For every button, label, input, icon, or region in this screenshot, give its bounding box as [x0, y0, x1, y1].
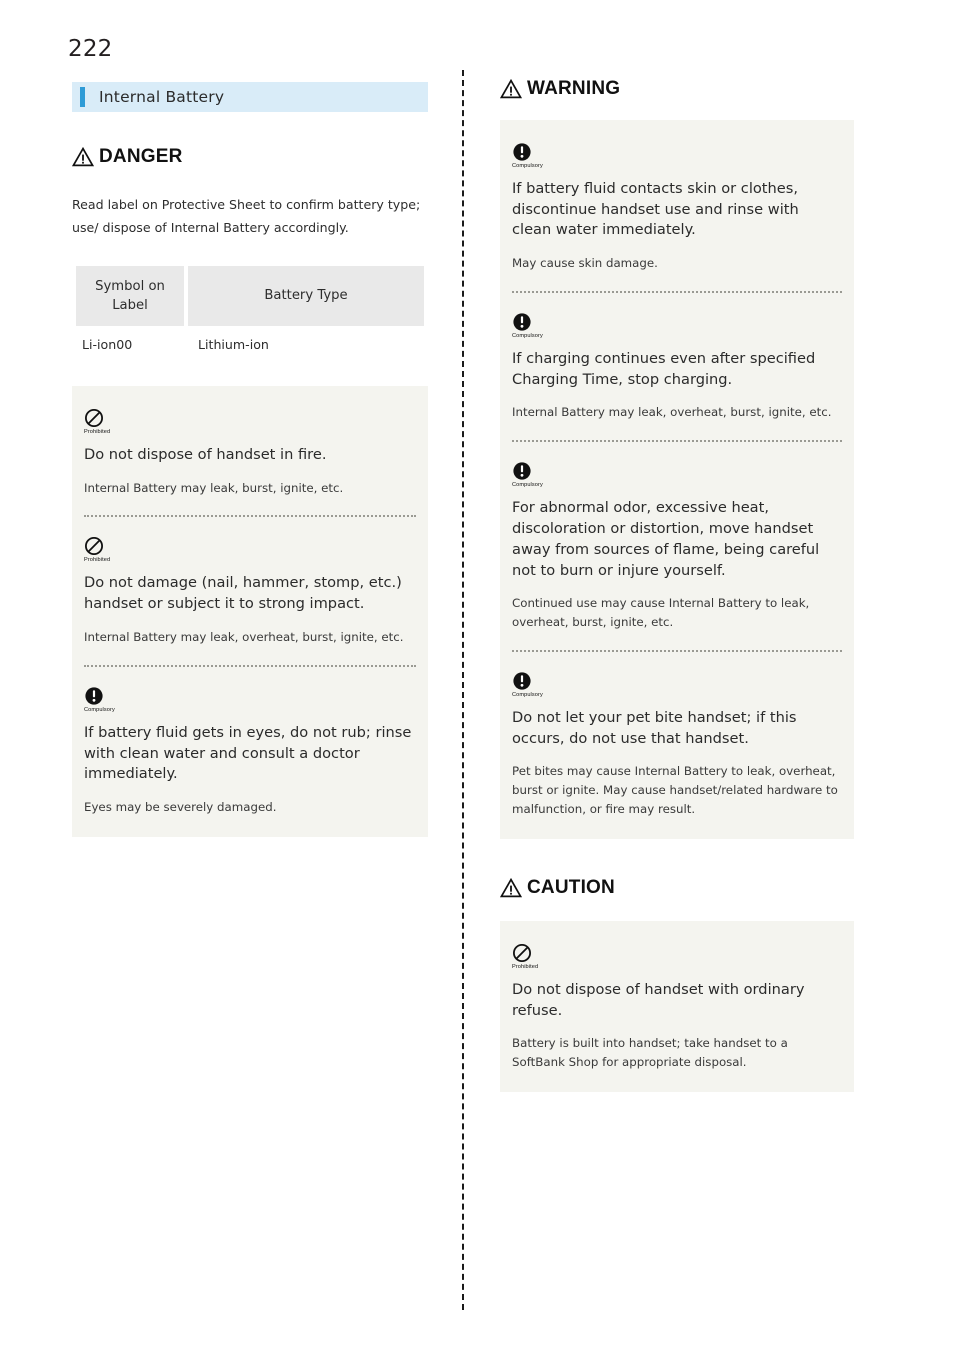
table-row: Li-ion00 Lithium-ion [76, 325, 424, 356]
compulsory-icon-caption: Compulsory [512, 333, 543, 340]
compulsory-icon: Compulsory [512, 142, 572, 169]
table-header-battery-type: Battery Type [188, 265, 424, 326]
battery-type-table: Symbol on Label Battery Type Li-ion00 Li… [72, 265, 428, 356]
prohibited-icon: Prohibited [512, 943, 572, 970]
section-accent-bar [80, 87, 85, 107]
notice-separator [512, 649, 842, 652]
caution-label: CAUTION [527, 877, 615, 899]
prohibited-icon-caption: Prohibited [512, 964, 539, 971]
prohibited-icon-caption: Prohibited [84, 428, 111, 435]
cell-symbol-value: Li-ion00 [76, 325, 184, 356]
notice-item: Compulsory Do not let your pet bite hand… [512, 671, 842, 819]
compulsory-icon-caption: Compulsory [84, 706, 115, 713]
page-title: Internal Battery [99, 88, 225, 106]
caution-heading: CAUTION [500, 877, 854, 899]
notice-sub-text: Battery is built into handset; take hand… [512, 1036, 788, 1070]
notice-main-text: Do not dispose of handset in fire. [84, 445, 327, 463]
warning-triangle-icon [500, 79, 522, 99]
notice-item: Compulsory If battery fluid contacts ski… [512, 142, 842, 273]
warning-label: WARNING [527, 78, 621, 99]
prohibited-icon: Prohibited [84, 536, 144, 563]
notice-main-text: Do not dispose of handset with ordinary … [512, 981, 805, 1019]
danger-label: DANGER [99, 146, 183, 167]
notice-sub-text: Eyes may be severely damaged. [84, 799, 277, 814]
compulsory-icon: Compulsory [512, 312, 572, 339]
notice-main-text: Do not let your pet bite handset; if thi… [512, 708, 797, 747]
notice-main-text: If charging continues even after specifi… [512, 350, 816, 388]
caution-notice-box: Prohibited Do not dispose of handset wit… [500, 921, 854, 1093]
notice-main-text: If battery fluid contacts skin or clothe… [512, 180, 799, 239]
notice-item: Compulsory For abnormal odor, excessive … [512, 461, 842, 632]
notice-separator [84, 664, 416, 667]
notice-item: Prohibited Do not dispose of handset in … [84, 408, 416, 498]
notice-sub-text: Pet bites may cause Internal Battery to … [512, 764, 838, 817]
notice-main-text: Do not damage (nail, hammer, stomp, etc.… [84, 574, 402, 613]
warning-notice-box: Compulsory If battery fluid contacts ski… [500, 120, 854, 840]
notice-separator [512, 291, 842, 294]
danger-heading: DANGER [72, 146, 428, 168]
notice-main-text: If battery fluid gets in eyes, do not ru… [84, 723, 412, 783]
notice-separator [84, 515, 416, 518]
table-header-row: Symbol on Label Battery Type [76, 265, 424, 326]
notice-separator [512, 440, 842, 443]
compulsory-icon: Compulsory [84, 686, 144, 713]
warning-triangle-icon [500, 878, 522, 898]
warning-heading: WARNING [500, 78, 854, 100]
table-header-symbol: Symbol on Label [76, 265, 184, 326]
notice-sub-text: Internal Battery may leak, burst, ignite… [84, 480, 344, 495]
compulsory-icon-caption: Compulsory [512, 482, 543, 489]
compulsory-icon: Compulsory [512, 461, 572, 488]
notice-sub-text: Internal Battery may leak, overheat, bur… [512, 405, 832, 420]
column-divider [462, 70, 464, 1310]
notice-sub-text: Internal Battery may leak, overheat, bur… [84, 629, 404, 644]
notice-item: Prohibited Do not damage (nail, hammer, … [84, 536, 416, 646]
prohibited-icon-caption: Prohibited [84, 557, 111, 564]
notice-main-text: For abnormal odor, excessive heat, disco… [512, 499, 820, 579]
section-header: Internal Battery [72, 82, 428, 112]
notice-item: Prohibited Do not dispose of handset wit… [512, 943, 842, 1072]
danger-notice-box: Prohibited Do not dispose of handset in … [72, 385, 428, 837]
page-number: 222 [68, 36, 113, 62]
compulsory-icon-caption: Compulsory [512, 163, 543, 169]
notice-item: Compulsory If charging continues even af… [512, 312, 842, 422]
notice-sub-text: May cause skin damage. [512, 256, 658, 271]
prohibited-icon: Prohibited [84, 408, 144, 435]
cell-battery-type-value: Lithium-ion [188, 325, 424, 356]
right-column: WARNING Compulsory If battery fluid cont… [500, 78, 854, 1093]
compulsory-icon-caption: Compulsory [512, 691, 543, 698]
manual-page: 222 Internal Battery DANGER Read label o… [0, 0, 954, 1350]
notice-item: Compulsory If battery fluid gets in eyes… [84, 686, 416, 817]
notice-sub-text: Continued use may cause Internal Battery… [512, 596, 810, 630]
danger-intro-text: Read label on Protective Sheet to confir… [72, 197, 421, 236]
warning-triangle-icon [72, 147, 94, 167]
compulsory-icon: Compulsory [512, 671, 572, 698]
left-column: Internal Battery DANGER Read label on Pr… [72, 82, 428, 837]
